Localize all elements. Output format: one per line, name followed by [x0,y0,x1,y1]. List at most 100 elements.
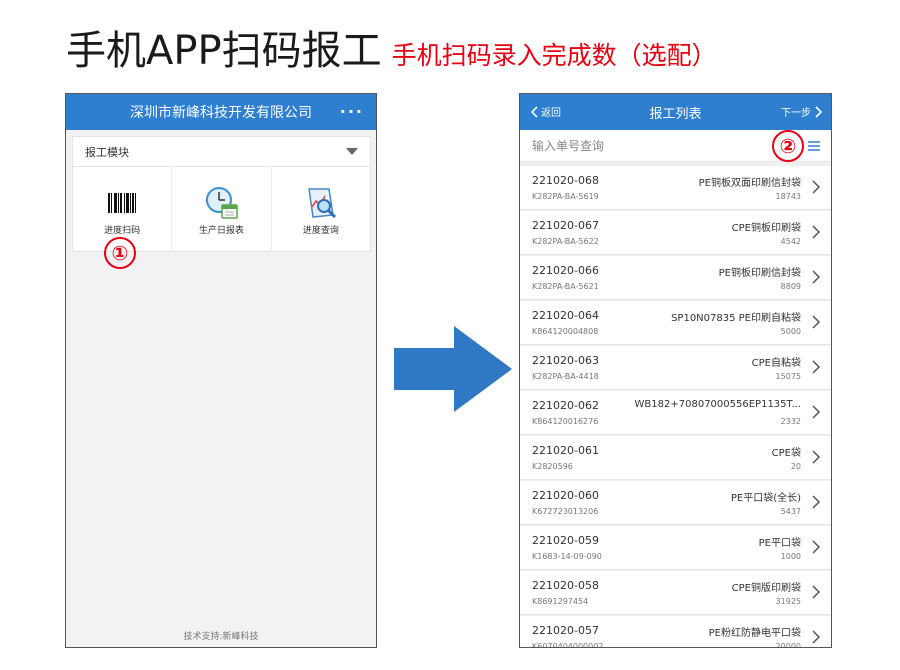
order-number: 221020-062 [532,399,599,412]
order-quantity: 8809 [780,282,801,291]
chevron-right-icon [812,405,821,419]
chevron-right-icon [812,225,821,239]
order-list-item[interactable]: 221020-057 K6070404000002 PE粉红防静电平口袋 20000 [520,616,831,648]
order-list-item[interactable]: 221020-059 K1683-14-09-090 PE平口袋 1000 [520,526,831,570]
order-number: 221020-068 [532,174,599,187]
chevron-right-icon [812,450,821,464]
order-number: 221020-057 [532,624,599,637]
chevron-right-icon [812,585,821,599]
order-quantity: 18743 [775,192,801,201]
chevron-right-icon [812,360,821,374]
order-quantity: 5000 [780,327,801,336]
step-marker-one: ① [104,237,136,269]
chevron-right-icon [812,270,821,284]
module-title: 报工模块 [85,145,129,159]
home-header: 深圳市新峰科技开发有限公司 ··· [66,94,376,130]
order-number: 221020-066 [532,264,599,277]
phone-screen-report-list: 返回 报工列表 下一步 输入单号查询 221020-068 K282PA-BA-5… [519,93,832,648]
order-code: K282PA-BA-5621 [532,282,599,291]
chevron-right-icon [812,630,821,644]
order-quantity: 2332 [780,417,801,426]
report-module-card: 报工模块 进度扫码 生产日报表 进度查询 [72,136,371,252]
chevron-down-icon [346,148,358,155]
order-number: 221020-063 [532,354,599,367]
module-daily-report[interactable]: 生产日报表 [172,167,272,252]
page-title: 手机APP扫码报工 手机扫码录入完成数（选配） [66,18,717,74]
order-code: K864120016276 [532,417,599,426]
more-menu-button[interactable]: ··· [340,102,364,121]
module-label: 进度查询 [302,226,339,236]
order-product-name: PE铜板双面印刷信封袋 [698,178,801,189]
order-product-name: CPE袋 [771,448,801,459]
calendar-clock-icon [203,185,239,221]
order-code: K2820596 [532,462,573,471]
report-list-header: 返回 报工列表 下一步 [520,94,831,130]
order-number: 221020-058 [532,579,599,592]
order-code: K8691297454 [532,597,589,606]
order-code: K6070404000002 [532,642,604,648]
chart-search-icon [303,185,339,221]
order-number: 221020-064 [532,309,599,322]
order-list-item[interactable]: 221020-067 K282PA-BA-5622 CPE铜板印刷袋 4542 [520,211,831,255]
chevron-right-icon [812,495,821,509]
step-marker-two: ② [772,130,804,162]
order-product-name: PE粉红防静电平口袋 [708,628,801,639]
order-code: K282PA-BA-5622 [532,237,599,246]
order-quantity: 20 [790,462,801,471]
order-code: K1683-14-09-090 [532,552,602,561]
back-button[interactable]: 返回 [530,104,561,119]
search-placeholder: 输入单号查询 [532,139,605,153]
chevron-left-icon [530,105,538,118]
order-list: 221020-068 K282PA-BA-5619 PE铜板双面印刷信封袋 18743… [520,166,831,648]
phone-screen-home: 深圳市新峰科技开发有限公司 ··· 报工模块 进度扫码 生产日报表 进度查询 技… [65,93,377,648]
order-product-name: PE平口袋 [758,538,801,549]
filter-icon[interactable] [807,139,821,156]
order-product-name: CPE铜板印刷袋 [731,223,801,234]
order-number: 221020-060 [532,489,599,502]
order-quantity: 15075 [775,372,801,381]
barcode-icon [104,185,140,221]
title-main: 手机APP扫码报工 [66,28,382,74]
order-product-name: PE铜板印刷信封袋 [718,268,801,279]
order-product-name: WB182+70807000556EP1135T... [634,399,801,410]
module-header[interactable]: 报工模块 [73,137,370,167]
order-list-item[interactable]: 221020-062 K864120016276 WB182+70807000556… [520,391,831,435]
order-list-item[interactable]: 221020-064 K864120004808 SP10N07835 PE印刷自粘… [520,301,831,345]
order-list-item[interactable]: 221020-063 K282PA-BA-4418 CPE自粘袋 15075 [520,346,831,390]
module-progress-query[interactable]: 进度查询 [272,167,370,252]
chevron-right-icon [812,540,821,554]
order-list-item[interactable]: 221020-061 K2820596 CPE袋 20 [520,436,831,480]
order-code: K864120004808 [532,327,599,336]
flow-arrow-icon [394,326,512,416]
order-product-name: CPE自粘袋 [751,358,801,369]
chevron-right-icon [812,180,821,194]
company-title: 深圳市新峰科技开发有限公司 [130,105,312,121]
order-list-item[interactable]: 221020-068 K282PA-BA-5619 PE铜板双面印刷信封袋 18743 [520,166,831,210]
chevron-right-icon [815,105,823,118]
order-list-item[interactable]: 221020-058 K8691297454 CPE铜版印刷袋 31925 [520,571,831,615]
order-list-item[interactable]: 221020-060 K672723013206 PE平口袋(全长) 5437 [520,481,831,525]
order-quantity: 5437 [780,507,801,516]
order-number: 221020-067 [532,219,599,232]
order-product-name: SP10N07835 PE印刷自粘袋 [671,313,801,324]
order-quantity: 31925 [775,597,801,606]
order-quantity: 4542 [780,237,801,246]
order-number: 221020-061 [532,444,599,457]
order-product-name: PE平口袋(全长) [730,493,801,504]
next-label: 下一步 [781,108,811,119]
tech-support-footer: 技术支持:新峰科技 [183,632,259,642]
order-number: 221020-059 [532,534,599,547]
order-product-name: CPE铜版印刷袋 [731,583,801,594]
chevron-right-icon [812,315,821,329]
next-step-button[interactable]: 下一步 [781,104,823,119]
back-label: 返回 [541,108,561,119]
order-quantity: 20000 [775,642,801,648]
order-quantity: 1000 [780,552,801,561]
order-code: K282PA-BA-4418 [532,372,599,381]
module-label: 进度扫码 [104,226,141,236]
order-code: K672723013206 [532,507,599,516]
title-subtitle: 手机扫码录入完成数（选配） [391,41,717,70]
report-list-title: 报工列表 [649,106,702,122]
module-label: 生产日报表 [198,226,244,236]
order-list-item[interactable]: 221020-066 K282PA-BA-5621 PE铜板印刷信封袋 8809 [520,256,831,300]
